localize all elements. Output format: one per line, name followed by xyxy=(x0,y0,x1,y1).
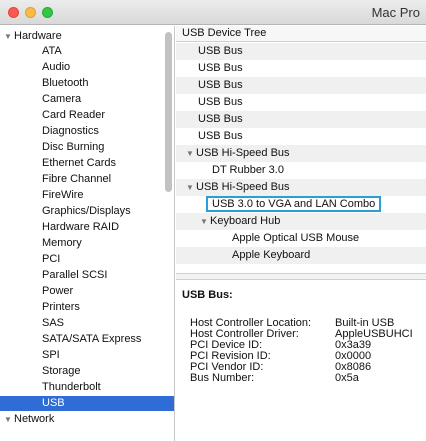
device-tree-row[interactable]: ▼ USB Hi-Speed Bus xyxy=(176,145,426,162)
sidebar-item-card-reader[interactable]: Card Reader xyxy=(0,108,162,123)
device-label: USB Bus xyxy=(198,96,243,108)
close-button[interactable] xyxy=(8,7,19,18)
device-tree-row[interactable]: USB Bus xyxy=(176,94,426,111)
device-tree-row[interactable]: DT Rubber 3.0 xyxy=(176,162,426,179)
sidebar-item-thunderbolt[interactable]: Thunderbolt xyxy=(0,380,162,395)
device-tree-row-selected[interactable]: USB 3.0 to VGA and LAN Combo xyxy=(176,196,426,213)
sidebar-item-graphics-displays[interactable]: Graphics/Displays xyxy=(0,204,162,219)
sidebar-item-spi[interactable]: SPI xyxy=(0,348,162,363)
sidebar-item-diagnostics[interactable]: Diagnostics xyxy=(0,124,162,139)
sidebar-item-label: Network xyxy=(14,413,55,425)
device-tree-header: USB Device Tree xyxy=(176,26,426,42)
sidebar-item-audio[interactable]: Audio xyxy=(0,60,162,75)
detail-key: Bus Number: xyxy=(190,372,255,384)
sidebar-item-label: Hardware xyxy=(14,30,62,42)
device-label: USB Bus xyxy=(198,130,243,142)
device-label: USB Bus xyxy=(198,45,243,57)
sidebar-item-pci[interactable]: PCI xyxy=(0,252,162,267)
sidebar-item-memory[interactable]: Memory xyxy=(0,236,162,251)
device-label: USB Bus xyxy=(198,79,243,91)
disclosure-triangle-icon[interactable]: ▼ xyxy=(4,412,14,427)
device-label: USB Bus xyxy=(198,62,243,74)
detail-row: Bus Number: 0x5a xyxy=(190,373,426,384)
device-label: Apple Keyboard xyxy=(232,249,311,261)
minimize-button[interactable] xyxy=(25,7,36,18)
sidebar-item-bluetooth[interactable]: Bluetooth xyxy=(0,76,162,91)
device-tree-row[interactable]: USB Bus xyxy=(176,77,426,94)
sidebar-item-power[interactable]: Power xyxy=(0,284,162,299)
device-label: USB 3.0 to VGA and LAN Combo xyxy=(206,196,382,212)
sidebar-category-hardware[interactable]: ▼ Hardware xyxy=(0,29,162,44)
sidebar-item-ata[interactable]: ATA xyxy=(0,44,162,59)
sidebar-item-sas[interactable]: SAS xyxy=(0,316,162,331)
device-label: USB Hi-Speed Bus xyxy=(196,181,290,193)
split-view-divider[interactable] xyxy=(176,273,426,280)
device-label: USB Hi-Speed Bus xyxy=(196,147,290,159)
sidebar-item-usb[interactable]: USB xyxy=(0,396,174,411)
detail-value: 0x5a xyxy=(335,372,359,384)
device-tree-row[interactable]: USB Bus xyxy=(176,111,426,128)
sidebar-item-camera[interactable]: Camera xyxy=(0,92,162,107)
device-tree-row[interactable]: USB Bus xyxy=(176,60,426,77)
window-title: Mac Pro xyxy=(371,5,420,20)
device-tree-row[interactable]: Apple Optical USB Mouse xyxy=(176,230,426,247)
disclosure-triangle-icon[interactable]: ▼ xyxy=(186,179,196,196)
device-label: DT Rubber 3.0 xyxy=(212,164,284,176)
sidebar-category-network[interactable]: ▼ Network xyxy=(0,412,162,427)
sidebar-item-sata[interactable]: SATA/SATA Express xyxy=(0,332,162,347)
device-label: Apple Optical USB Mouse xyxy=(232,232,360,244)
sidebar-item-hardware-raid[interactable]: Hardware RAID xyxy=(0,220,162,235)
device-tree-row[interactable]: ▼ Keyboard Hub xyxy=(176,213,426,230)
sidebar-scrollbar[interactable] xyxy=(165,32,172,192)
zoom-button[interactable] xyxy=(42,7,53,18)
disclosure-triangle-icon[interactable]: ▼ xyxy=(4,29,14,44)
device-label: Keyboard Hub xyxy=(210,215,281,227)
sidebar-item-parallel-scsi[interactable]: Parallel SCSI xyxy=(0,268,162,283)
device-tree-row[interactable]: ▼ USB Hi-Speed Bus xyxy=(176,179,426,196)
device-label: USB Bus xyxy=(198,113,243,125)
disclosure-triangle-icon[interactable]: ▼ xyxy=(200,213,210,230)
disclosure-triangle-icon[interactable]: ▼ xyxy=(186,145,196,162)
sidebar-item-ethernet-cards[interactable]: Ethernet Cards xyxy=(0,156,162,171)
sidebar-item-firewire[interactable]: FireWire xyxy=(0,188,162,203)
sidebar-item-fibre-channel[interactable]: Fibre Channel xyxy=(0,172,162,187)
device-tree-row[interactable]: Apple Keyboard xyxy=(176,247,426,264)
sidebar-item-disc-burning[interactable]: Disc Burning xyxy=(0,140,162,155)
device-tree-row[interactable]: USB Bus xyxy=(176,43,426,60)
detail-title: USB Bus: xyxy=(182,289,233,301)
title-bar: Mac Pro xyxy=(0,0,426,25)
device-tree-row[interactable]: USB Bus xyxy=(176,128,426,145)
content-pane: USB Device Tree USB Bus USB Bus USB Bus … xyxy=(176,26,426,441)
sidebar-item-printers[interactable]: Printers xyxy=(0,300,162,315)
sidebar-item-storage[interactable]: Storage xyxy=(0,364,162,379)
sidebar: ▼ Hardware ATA Audio Bluetooth Camera Car… xyxy=(0,26,175,441)
